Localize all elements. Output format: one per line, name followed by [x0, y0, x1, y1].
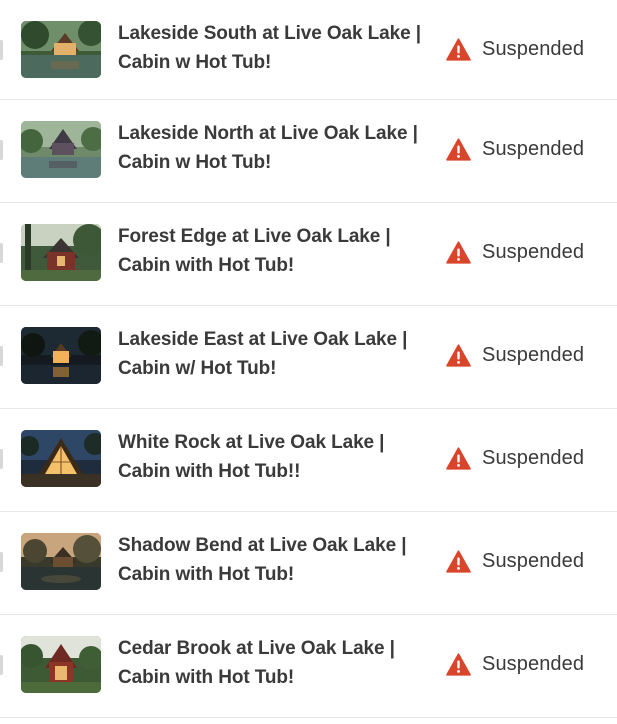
- warning-triangle-icon: [446, 37, 471, 61]
- listing-title[interactable]: Lakeside East at Live Oak Lake | Cabin w…: [118, 325, 428, 383]
- listing-title[interactable]: White Rock at Live Oak Lake | Cabin with…: [118, 428, 428, 486]
- warning-triangle-icon: [446, 343, 471, 367]
- listing-status: Suspended: [446, 136, 584, 162]
- listing-row[interactable]: Cedar Brook at Live Oak Lake | Cabin wit…: [0, 615, 617, 718]
- listing-row[interactable]: Lakeside South at Live Oak Lake | Cabin …: [0, 0, 617, 100]
- listing-thumbnail[interactable]: [21, 327, 101, 384]
- warning-triangle-icon: [446, 549, 471, 573]
- listing-title[interactable]: Cedar Brook at Live Oak Lake | Cabin wit…: [118, 634, 428, 692]
- listing-thumbnail[interactable]: [21, 636, 101, 693]
- status-label: Suspended: [482, 240, 585, 263]
- listing-status: Suspended: [446, 445, 584, 471]
- listing-title[interactable]: Lakeside North at Live Oak Lake | Cabin …: [118, 119, 428, 177]
- listing-thumbnail[interactable]: [21, 533, 101, 590]
- listing-thumbnail[interactable]: [21, 21, 101, 78]
- listing-title[interactable]: Lakeside South at Live Oak Lake | Cabin …: [118, 19, 428, 77]
- warning-triangle-icon: [446, 137, 471, 161]
- listing-thumbnail[interactable]: [21, 224, 101, 281]
- listing-thumbnail[interactable]: [21, 121, 101, 178]
- listing-status: Suspended: [446, 651, 584, 677]
- status-label: Suspended: [482, 343, 585, 366]
- status-label: Suspended: [482, 37, 585, 60]
- listing-thumbnail[interactable]: [21, 430, 101, 487]
- listing-title[interactable]: Shadow Bend at Live Oak Lake | Cabin wit…: [118, 531, 428, 589]
- listing-row[interactable]: Lakeside North at Live Oak Lake | Cabin …: [0, 100, 617, 203]
- listing-status: Suspended: [446, 548, 584, 574]
- warning-triangle-icon: [446, 446, 471, 470]
- listing-row[interactable]: Shadow Bend at Live Oak Lake | Cabin wit…: [0, 512, 617, 615]
- status-label: Suspended: [482, 137, 585, 160]
- listings-list: Lakeside South at Live Oak Lake | Cabin …: [0, 0, 617, 718]
- row-edge-marker: [0, 346, 3, 366]
- status-label: Suspended: [482, 652, 585, 675]
- listing-row[interactable]: White Rock at Live Oak Lake | Cabin with…: [0, 409, 617, 512]
- row-edge-marker: [0, 552, 3, 572]
- status-label: Suspended: [482, 549, 585, 572]
- warning-triangle-icon: [446, 652, 471, 676]
- row-edge-marker: [0, 243, 3, 263]
- row-edge-marker: [0, 40, 3, 60]
- listing-row[interactable]: Lakeside East at Live Oak Lake | Cabin w…: [0, 306, 617, 409]
- row-edge-marker: [0, 655, 3, 675]
- status-label: Suspended: [482, 446, 585, 469]
- listing-status: Suspended: [446, 36, 584, 62]
- listing-status: Suspended: [446, 239, 584, 265]
- listing-row[interactable]: Forest Edge at Live Oak Lake | Cabin wit…: [0, 203, 617, 306]
- listing-status: Suspended: [446, 342, 584, 368]
- warning-triangle-icon: [446, 240, 471, 264]
- listing-title[interactable]: Forest Edge at Live Oak Lake | Cabin wit…: [118, 222, 428, 280]
- row-edge-marker: [0, 449, 3, 469]
- row-edge-marker: [0, 140, 3, 160]
